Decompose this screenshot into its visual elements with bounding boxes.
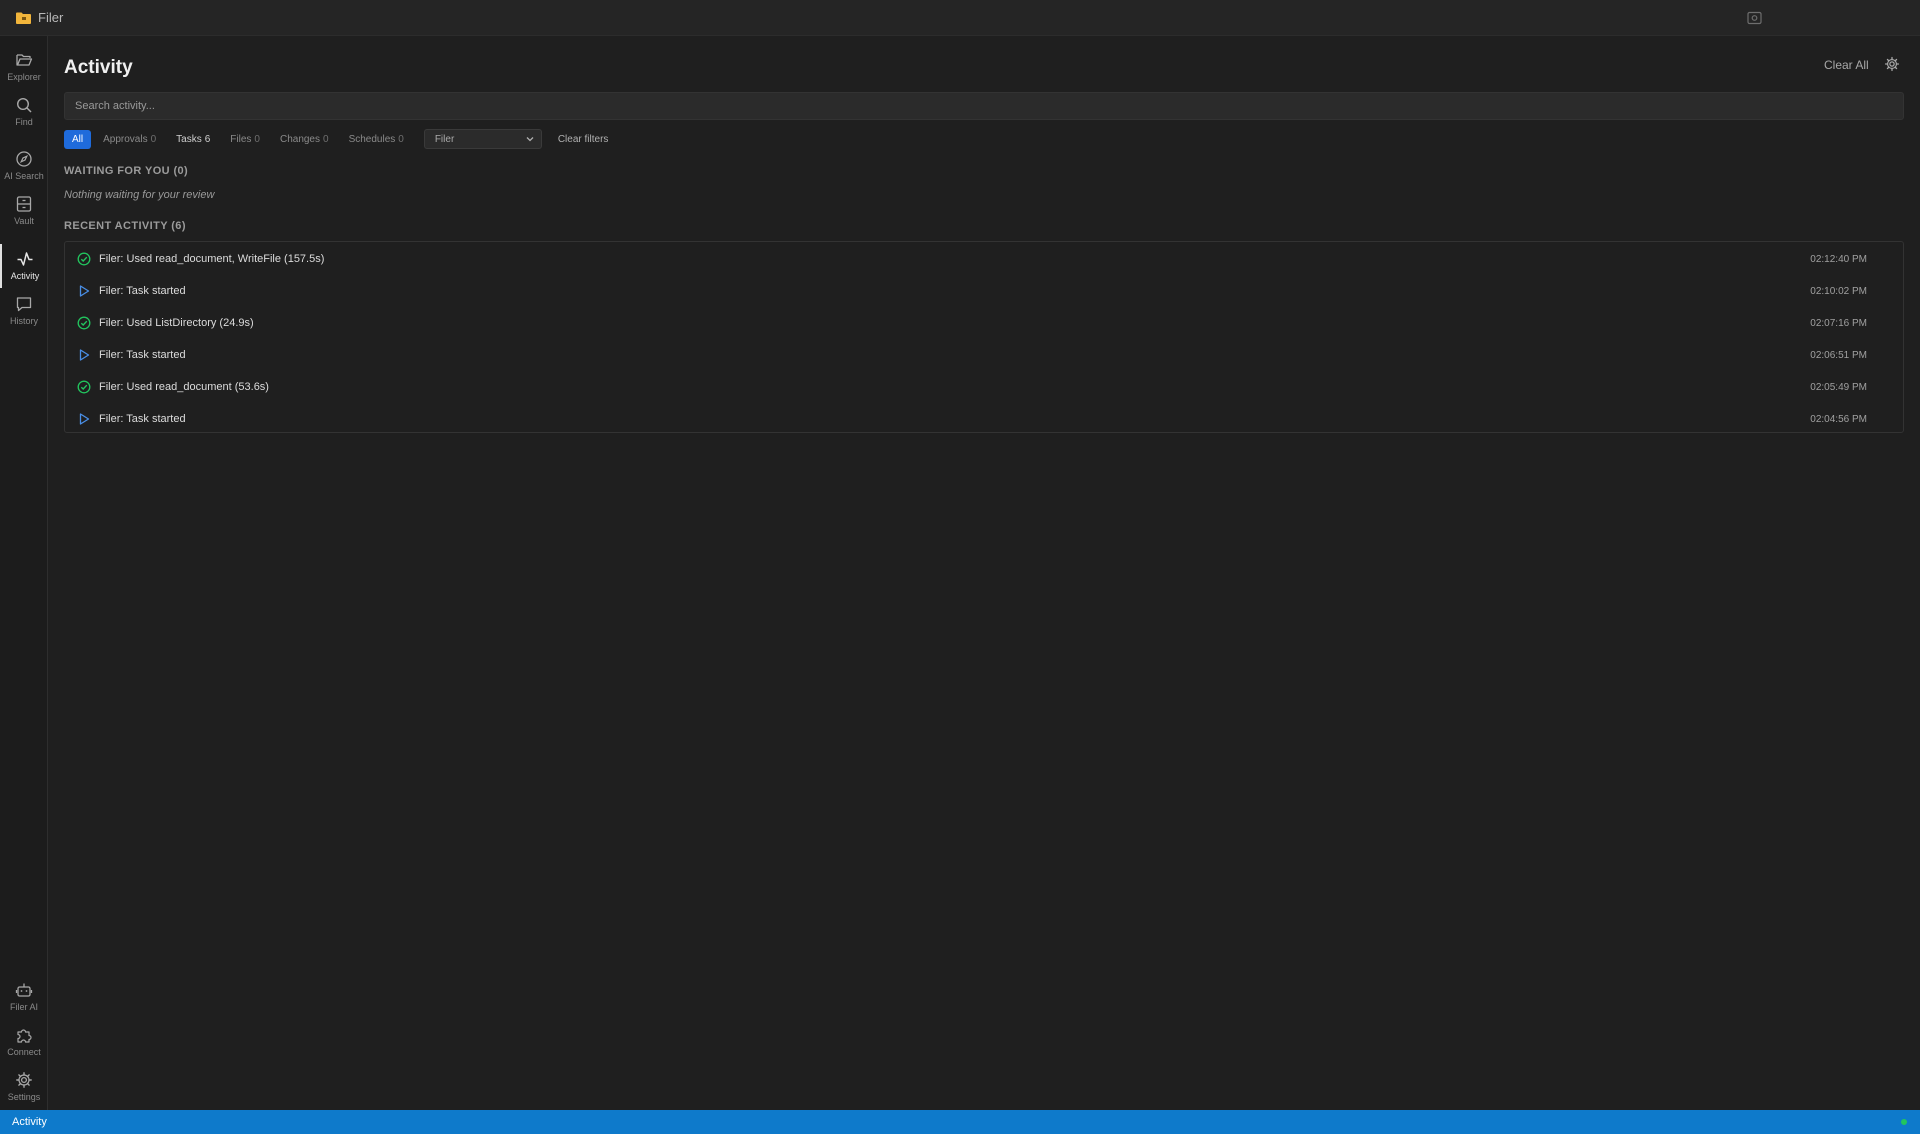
activity-text: Filer: Used read_document (53.6s) bbox=[99, 381, 269, 393]
filter-count: 0 bbox=[150, 133, 157, 145]
activity-time: 02:07:16 PM bbox=[1810, 317, 1867, 329]
filter-count: 0 bbox=[398, 133, 404, 145]
filter-count: 0 bbox=[323, 133, 329, 145]
sidebar-item-history[interactable]: History bbox=[0, 289, 48, 333]
recent-heading: RECENT ACTIVITY (6) bbox=[64, 220, 186, 232]
source-select-value: Filer bbox=[434, 133, 455, 145]
activity-row[interactable]: Filer: Used ListDirectory (24.9s) 02:07:… bbox=[65, 307, 1903, 339]
chat-bubble-icon bbox=[16, 297, 32, 312]
activity-time: 02:06:51 PM bbox=[1810, 349, 1867, 361]
activity-text: Filer: Task started bbox=[99, 349, 186, 361]
sidebar-item-find[interactable]: Find bbox=[0, 90, 48, 134]
sidebar-item-label: AI Search bbox=[4, 171, 44, 181]
filter-files[interactable]: Files 0 bbox=[230, 134, 260, 145]
activity-list: Filer: Used read_document, WriteFile (15… bbox=[64, 241, 1904, 433]
sidebar-item-label: Vault bbox=[14, 216, 34, 226]
source-select[interactable]: Filer bbox=[423, 129, 542, 149]
sidebar-item-label: Find bbox=[15, 117, 33, 127]
sidebar-item-vault[interactable]: Vault bbox=[0, 189, 48, 233]
filter-approvals[interactable]: Approvals 0 bbox=[103, 134, 156, 145]
title-bar: Filer bbox=[0, 0, 1920, 36]
search-input[interactable] bbox=[64, 92, 1904, 120]
waiting-heading: WAITING FOR YOU (0) bbox=[64, 165, 189, 177]
filter-label: Changes bbox=[279, 133, 320, 145]
filter-count: 6 bbox=[204, 133, 211, 145]
activity-row[interactable]: Filer: Used read_document (53.6s) 02:05:… bbox=[65, 371, 1903, 403]
filter-schedules[interactable]: Schedules 0 bbox=[349, 134, 404, 145]
puzzle-icon bbox=[17, 1029, 32, 1043]
filter-all[interactable]: All bbox=[64, 129, 92, 149]
sidebar-item-label: History bbox=[9, 316, 38, 326]
settings-gear-icon[interactable] bbox=[1884, 56, 1900, 72]
activity-row[interactable]: Filer: Used read_document, WriteFile (15… bbox=[65, 243, 1903, 275]
activity-time: 02:04:56 PM bbox=[1810, 413, 1867, 425]
activity-icon bbox=[17, 252, 33, 266]
activity-row[interactable]: Filer: Task started 02:04:56 PM bbox=[65, 403, 1903, 435]
filter-changes[interactable]: Changes 0 bbox=[280, 134, 329, 145]
archive-icon bbox=[16, 196, 32, 212]
activity-text: Filer: Task started bbox=[99, 285, 186, 297]
sidebar-item-explorer[interactable]: Explorer bbox=[0, 45, 48, 89]
robot-icon bbox=[15, 983, 33, 997]
connection-status-dot bbox=[1901, 1119, 1907, 1125]
play-icon bbox=[77, 348, 91, 362]
filter-count: 0 bbox=[254, 133, 260, 145]
filter-label: Tasks bbox=[176, 133, 202, 145]
sidebar-item-label: Settings bbox=[7, 1092, 41, 1102]
filter-bar: All Approvals 0 Tasks 6 Files 0 Changes 0 Sc… bbox=[64, 129, 608, 149]
activity-text: Filer: Used read_document, WriteFile (15… bbox=[99, 253, 325, 265]
activity-bar: Explorer Find AI Search Vault Activity H… bbox=[0, 36, 48, 1110]
activity-row[interactable]: Filer: Task started 02:06:51 PM bbox=[65, 339, 1903, 371]
sidebar-item-settings[interactable]: Settings bbox=[0, 1065, 48, 1109]
activity-text: Filer: Task started bbox=[99, 413, 186, 425]
sidebar-item-label: Filer AI bbox=[9, 1002, 38, 1012]
sidebar-item-activity[interactable]: Activity bbox=[0, 244, 48, 288]
sidebar-item-ai-search[interactable]: AI Search bbox=[0, 144, 48, 188]
status-bar-label: Activity bbox=[12, 1116, 47, 1128]
sidebar-item-label: Connect bbox=[7, 1047, 41, 1057]
play-icon bbox=[77, 284, 91, 298]
search-icon bbox=[16, 97, 32, 113]
compass-icon bbox=[16, 151, 32, 167]
filter-label: Schedules bbox=[348, 133, 396, 145]
activity-row[interactable]: Filer: Task started 02:10:02 PM bbox=[65, 275, 1903, 307]
sidebar-item-label: Activity bbox=[10, 271, 40, 281]
folder-open-icon bbox=[16, 54, 33, 66]
waiting-empty-message: Nothing waiting for your review bbox=[64, 189, 215, 201]
check-circle-icon bbox=[77, 252, 91, 266]
clear-filters-button[interactable]: Clear filters bbox=[558, 134, 609, 145]
chevron-down-icon bbox=[526, 137, 534, 142]
filter-tasks[interactable]: Tasks 6 bbox=[176, 134, 210, 145]
activity-time: 02:10:02 PM bbox=[1810, 285, 1867, 297]
activity-time: 02:05:49 PM bbox=[1810, 381, 1867, 393]
sidebar-item-filer-ai[interactable]: Filer AI bbox=[0, 975, 48, 1019]
check-circle-icon bbox=[77, 380, 91, 394]
play-icon bbox=[77, 412, 91, 426]
status-bar: Activity bbox=[0, 1110, 1920, 1134]
filter-label: Files bbox=[230, 133, 252, 145]
activity-time: 02:12:40 PM bbox=[1810, 253, 1867, 265]
app-title: Filer bbox=[38, 10, 64, 25]
sidebar-item-label: Explorer bbox=[7, 72, 41, 82]
check-circle-icon bbox=[77, 316, 91, 330]
sidebar-item-connect[interactable]: Connect bbox=[0, 1020, 48, 1064]
screenshot-icon[interactable] bbox=[1747, 11, 1762, 25]
activity-text: Filer: Used ListDirectory (24.9s) bbox=[99, 317, 254, 329]
clear-all-button[interactable]: Clear All bbox=[1824, 58, 1869, 72]
folder-icon bbox=[16, 12, 31, 24]
page-title: Activity bbox=[64, 57, 133, 78]
filter-label: Approvals bbox=[103, 133, 148, 145]
gear-icon bbox=[16, 1072, 32, 1088]
